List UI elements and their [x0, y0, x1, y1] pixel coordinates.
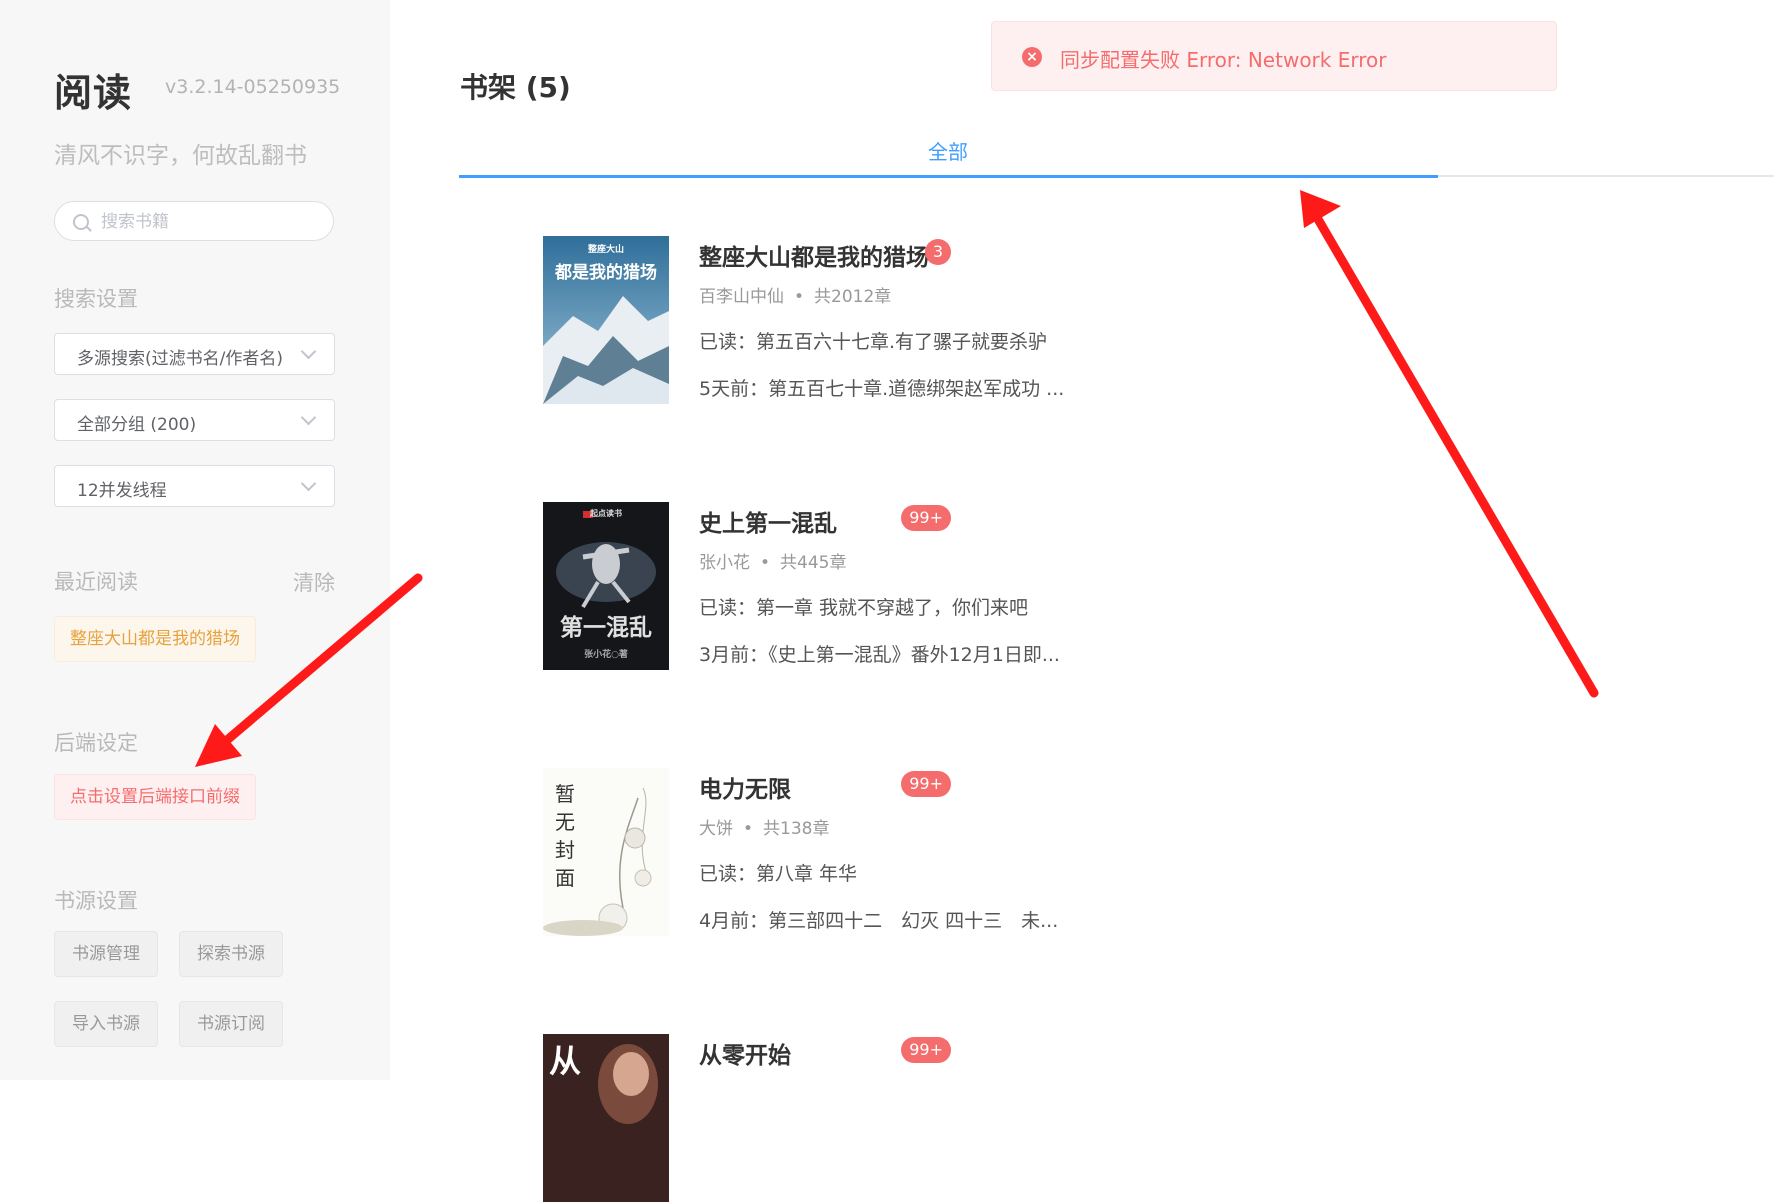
chevron-down-icon — [300, 409, 317, 426]
import-source-button[interactable]: 导入书源 — [54, 1001, 158, 1047]
last-read-chapter: 已读：第五百六十七章.有了骡子就要杀驴 — [699, 331, 1048, 353]
latest-chapter: 4月前：第三部四十二 幻灭 四十三 未... — [699, 910, 1059, 932]
book-author: 张小花 — [699, 553, 750, 573]
book-title: 史上第一混乱 — [699, 511, 837, 537]
book-cover: 暂无封面 — [543, 768, 669, 936]
backend-settings-label: 后端设定 — [54, 731, 138, 755]
book-cover: 整座大山 都是我的猎场 — [543, 236, 669, 404]
last-read-chapter: 已读：第一章 我就不穿越了，你们来吧 — [699, 597, 1029, 619]
book-chapter-count: 共138章 — [763, 819, 830, 839]
threads-select[interactable]: 12并发线程 — [54, 465, 335, 507]
book-author: 百李山中仙 — [699, 287, 784, 307]
threads-value: 12并发线程 — [77, 481, 167, 501]
error-circle-icon: × — [1022, 47, 1042, 67]
chaos-cover-image — [543, 502, 669, 670]
book-item[interactable]: 整座大山 都是我的猎场 整座大山都是我的猎场 3 百李山中仙 • 共2012章 已读… — [543, 236, 1073, 404]
book-item[interactable]: 起点读书 第一混乱 张小花○著 史上第一混乱 99+ 张小花 • 共445章 已读：… — [543, 502, 1073, 670]
cover-small-text: 起点读书 — [590, 508, 622, 518]
chevron-down-icon — [300, 475, 317, 492]
book-item[interactable]: 暂无封面 电力无限 99+ 大饼 • 共138章 已读：第八章 年华 4月前：第三部… — [543, 768, 1073, 936]
unread-badge: 99+ — [901, 771, 951, 797]
search-settings-label: 搜索设置 — [54, 287, 138, 311]
clear-recent-button[interactable]: 清除 — [293, 567, 335, 597]
book-meta: 大饼 • 共138章 — [699, 819, 830, 839]
book-item[interactable]: 从 从零开始 99+ — [543, 1034, 1073, 1202]
unread-badge: 3 — [924, 239, 951, 265]
latest-chapter: 5天前：第五百七十章.道德绑架赵军成功 ... — [699, 378, 1065, 400]
cover-small-text: 整座大山 — [587, 245, 624, 255]
book-title: 整座大山都是我的猎场 — [699, 245, 929, 271]
source-manage-button[interactable]: 书源管理 — [54, 931, 158, 977]
last-read-chapter: 已读：第八章 年华 — [699, 863, 858, 885]
book-meta: 张小花 • 共445章 — [699, 553, 847, 573]
search-icon — [73, 214, 89, 230]
search-mode-value: 多源搜索(过滤书名/作者名) — [77, 349, 283, 369]
book-author: 大饼 — [699, 819, 733, 839]
cover-author-text: 张小花○著 — [584, 650, 628, 660]
recent-book-tag[interactable]: 整座大山都是我的猎场 — [54, 616, 256, 662]
cover-text: 暂无封面 — [555, 782, 575, 890]
annotation-arrow-toast — [1310, 209, 1599, 698]
search-mode-select[interactable]: 多源搜索(过滤书名/作者名) — [54, 333, 335, 375]
error-toast-message: 同步配置失败 Error: Network Error — [1060, 48, 1387, 72]
book-meta: 百李山中仙 • 共2012章 — [699, 287, 892, 307]
group-select[interactable]: 全部分组 (200) — [54, 399, 335, 441]
unread-badge: 99+ — [901, 1037, 951, 1063]
book-chapter-count: 共445章 — [780, 553, 847, 573]
sidebar: 阅读 v3.2.14-05250935 清风不识字，何故乱翻书 搜索设置 多源搜… — [0, 0, 390, 1080]
book-title: 从零开始 — [699, 1043, 791, 1069]
book-title: 电力无限 — [699, 777, 791, 803]
app-tagline: 清风不识字，何故乱翻书 — [54, 143, 307, 169]
book-cover: 起点读书 第一混乱 张小花○著 — [543, 502, 669, 670]
cover-text: 都是我的猎场 — [555, 263, 657, 283]
recent-reading-label: 最近阅读 — [54, 570, 138, 594]
app-version: v3.2.14-05250935 — [165, 76, 341, 98]
book-cover: 从 — [543, 1034, 669, 1202]
source-settings-label: 书源设置 — [54, 889, 138, 913]
arrowhead-icon — [1300, 190, 1341, 228]
set-backend-prefix-button[interactable]: 点击设置后端接口前缀 — [54, 774, 256, 820]
source-subscribe-button[interactable]: 书源订阅 — [179, 1001, 283, 1047]
search-input[interactable] — [99, 202, 323, 242]
chevron-down-icon — [300, 343, 317, 360]
tab-all[interactable]: 全部 — [918, 136, 978, 165]
cover-text: 第一混乱 — [560, 614, 652, 641]
book-chapter-count: 共2012章 — [814, 287, 892, 307]
error-toast: × 同步配置失败 Error: Network Error — [991, 21, 1557, 91]
latest-chapter: 3月前：《史上第一混乱》番外12月1日即... — [699, 644, 1060, 666]
tab-active-indicator — [459, 175, 1438, 178]
app-title: 阅读 — [54, 71, 133, 115]
cover-text: 从 — [549, 1042, 582, 1080]
unread-badge: 99+ — [901, 505, 951, 531]
bookshelf-title: 书架 (5) — [460, 71, 571, 104]
search-box[interactable] — [54, 201, 334, 242]
explore-source-button[interactable]: 探索书源 — [179, 931, 283, 977]
group-value: 全部分组 (200) — [77, 415, 197, 435]
